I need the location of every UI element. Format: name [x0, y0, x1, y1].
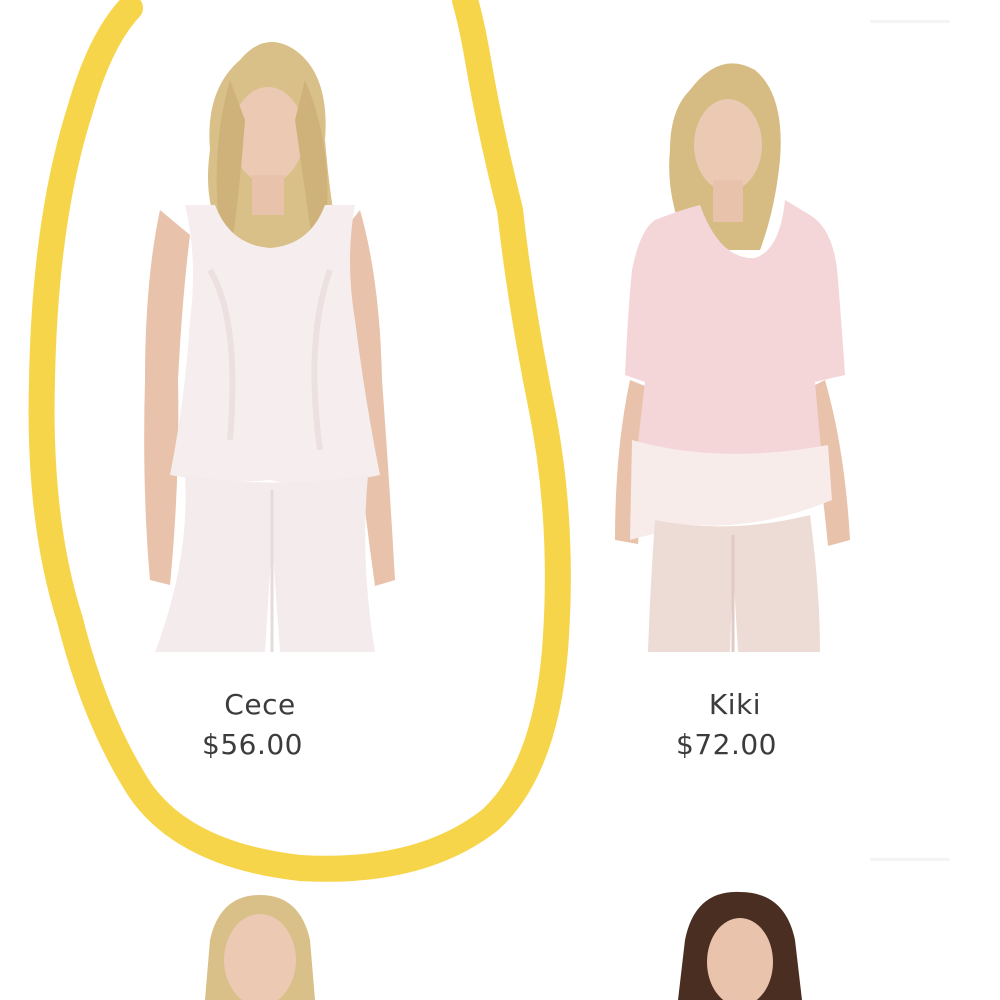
model-photo-icon	[205, 895, 315, 1000]
product-card-kiki[interactable]: Kiki $72.00	[570, 20, 900, 780]
product-price: $56.00	[202, 728, 303, 761]
product-name[interactable]: Cece	[90, 688, 430, 721]
product-image[interactable]	[90, 20, 430, 652]
product-card[interactable]	[150, 880, 370, 1000]
model-photo-icon	[678, 891, 802, 1000]
product-name[interactable]: Kiki	[570, 688, 900, 721]
divider	[870, 20, 950, 23]
product-price: $72.00	[676, 728, 777, 761]
product-card-cece[interactable]: Cece $56.00	[90, 20, 430, 780]
divider	[870, 858, 950, 861]
product-image[interactable]	[640, 880, 840, 1000]
product-grid: Cece $56.00 Kiki $72.00	[0, 0, 1000, 1000]
model-photo-icon	[615, 63, 850, 652]
product-image[interactable]	[150, 880, 370, 1000]
product-card[interactable]	[640, 880, 840, 1000]
model-photo-icon	[144, 42, 395, 652]
product-image[interactable]	[570, 20, 900, 652]
